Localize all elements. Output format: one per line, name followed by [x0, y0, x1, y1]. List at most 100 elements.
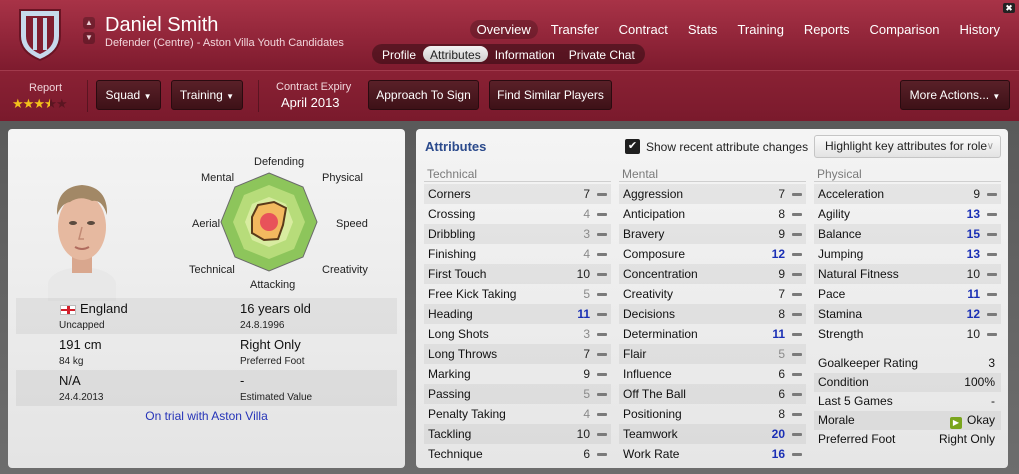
next-player-icon[interactable]: ▼ — [83, 32, 95, 44]
attribute-row[interactable]: Passing 5 — [424, 384, 611, 404]
show-changes-checkbox[interactable]: ✔ — [625, 139, 640, 154]
attribute-row[interactable]: Bravery 9 — [619, 224, 806, 244]
attribute-row[interactable]: Teamwork 20 — [619, 424, 806, 444]
nationality-text: England — [80, 301, 128, 316]
weight: 84 kg — [59, 356, 84, 367]
find-similar-players-button[interactable]: Find Similar Players — [489, 80, 612, 110]
attributes-title: Attributes — [425, 139, 487, 154]
attribute-row[interactable]: Aggression 7 — [619, 184, 806, 204]
no-change-icon — [597, 253, 607, 256]
attribute-row[interactable]: Pace 11 — [814, 284, 1001, 304]
radar-label-creativity: Creativity — [322, 264, 368, 276]
tab-overview[interactable]: Overview — [469, 20, 538, 39]
tab-history[interactable]: History — [953, 20, 1007, 39]
attribute-value: 7 — [583, 347, 590, 361]
subtab-private-chat[interactable]: Private Chat — [562, 46, 642, 62]
attribute-row[interactable]: Creativity 7 — [619, 284, 806, 304]
attribute-row[interactable]: Agility 13 — [814, 204, 1001, 224]
attribute-name: Decisions — [623, 307, 676, 321]
summary-row: Preferred Foot Right Only — [814, 430, 1001, 449]
attribute-row[interactable]: Anticipation 8 — [619, 204, 806, 224]
squad-dropdown[interactable]: Squad ▼ — [96, 80, 161, 110]
attribute-row[interactable]: Positioning 8 — [619, 404, 806, 424]
attribute-row[interactable]: Corners 7 — [424, 184, 611, 204]
attribute-value: 5 — [778, 347, 785, 361]
summary-label: Morale — [818, 413, 855, 427]
close-icon[interactable]: ✖ — [1003, 3, 1015, 13]
attribute-row[interactable]: Long Throws 7 — [424, 344, 611, 364]
attribute-row[interactable]: Acceleration 9 — [814, 184, 1001, 204]
attribute-row[interactable]: Natural Fitness 10 — [814, 264, 1001, 284]
attribute-row[interactable]: Determination 11 — [619, 324, 806, 344]
attribute-row[interactable]: Crossing 4 — [424, 204, 611, 224]
more-actions-button[interactable]: More Actions... ▼ — [900, 80, 1010, 110]
top-navigation: Overview Transfer Contract Stats Trainin… — [469, 20, 1007, 39]
tab-contract[interactable]: Contract — [612, 20, 675, 39]
attribute-row[interactable]: Finishing 4 — [424, 244, 611, 264]
attribute-row[interactable]: Long Shots 3 — [424, 324, 611, 344]
attribute-row[interactable]: Strength 10 — [814, 324, 1001, 344]
approach-to-sign-button[interactable]: Approach To Sign — [368, 80, 479, 110]
attribute-name: Determination — [623, 327, 698, 341]
subtab-attributes[interactable]: Attributes — [423, 46, 488, 62]
attribute-value: 8 — [778, 307, 785, 321]
attribute-row[interactable]: Decisions 8 — [619, 304, 806, 324]
player-name: Daniel Smith — [105, 14, 219, 36]
attribute-name: Work Rate — [623, 447, 680, 461]
attribute-value: 7 — [583, 187, 590, 201]
no-change-icon — [792, 453, 802, 456]
attribute-row[interactable]: Balance 15 — [814, 224, 1001, 244]
attribute-row[interactable]: Stamina 12 — [814, 304, 1001, 324]
training-dropdown[interactable]: Training ▼ — [171, 80, 243, 110]
attribute-row[interactable]: Tackling 10 — [424, 424, 611, 444]
trial-status-link[interactable]: On trial with Aston Villa — [8, 409, 405, 423]
subtab-information[interactable]: Information — [488, 46, 562, 62]
estimated-value: - — [240, 373, 245, 388]
attribute-row[interactable]: Dribbling 3 — [424, 224, 611, 244]
attribute-row[interactable]: Heading 11 — [424, 304, 611, 324]
attribute-row[interactable]: Work Rate 16 — [619, 444, 806, 464]
attribute-row[interactable]: Off The Ball 6 — [619, 384, 806, 404]
attribute-row[interactable]: Technique 6 — [424, 444, 611, 464]
attribute-value: 13 — [966, 247, 980, 261]
attribute-row[interactable]: Marking 9 — [424, 364, 611, 384]
attribute-name: Influence — [623, 367, 672, 381]
attribute-row[interactable]: Penalty Taking 4 — [424, 404, 611, 424]
attribute-row[interactable]: Composure 12 — [619, 244, 806, 264]
attribute-row[interactable]: Flair 5 — [619, 344, 806, 364]
attribute-value: 6 — [778, 367, 785, 381]
attribute-value: 8 — [778, 407, 785, 421]
attribute-row[interactable]: Influence 6 — [619, 364, 806, 384]
attribute-name: Free Kick Taking — [428, 287, 517, 301]
no-change-icon — [597, 373, 607, 376]
attribute-name: Heading — [428, 307, 473, 321]
previous-player-icon[interactable]: ▲ — [83, 17, 95, 29]
attribute-value: 11 — [577, 307, 590, 321]
tab-comparison[interactable]: Comparison — [862, 20, 946, 39]
attribute-row[interactable]: Free Kick Taking 5 — [424, 284, 611, 304]
attribute-name: Bravery — [623, 227, 665, 241]
attribute-value: 4 — [583, 407, 590, 421]
tab-stats[interactable]: Stats — [681, 20, 725, 39]
attribute-name: Dribbling — [428, 227, 476, 241]
no-change-icon — [987, 233, 997, 236]
tab-reports[interactable]: Reports — [797, 20, 857, 39]
player-header: ▲ ▼ Daniel Smith Defender (Centre) - Ast… — [0, 0, 1019, 70]
tab-training[interactable]: Training — [730, 20, 790, 39]
attribute-row[interactable]: First Touch 10 — [424, 264, 611, 284]
tab-transfer[interactable]: Transfer — [544, 20, 606, 39]
attribute-name: Positioning — [623, 407, 682, 421]
show-changes-label[interactable]: Show recent attribute changes — [646, 140, 808, 154]
radar-label-attacking: Attacking — [250, 279, 296, 291]
attribute-row[interactable]: Concentration 9 — [619, 264, 806, 284]
subtab-profile[interactable]: Profile — [375, 46, 423, 62]
star-icon: ★ — [22, 96, 35, 111]
attribute-name: First Touch — [428, 267, 487, 281]
no-change-icon — [987, 193, 997, 196]
summary-value: 100% — [964, 375, 995, 389]
highlight-role-dropdown[interactable]: Highlight key attributes for role ∨ — [814, 135, 1001, 158]
player-switcher[interactable]: ▲ ▼ — [83, 17, 95, 45]
attribute-row[interactable]: Jumping 13 — [814, 244, 1001, 264]
nationality: England — [60, 301, 128, 316]
attribute-value: 5 — [583, 387, 590, 401]
